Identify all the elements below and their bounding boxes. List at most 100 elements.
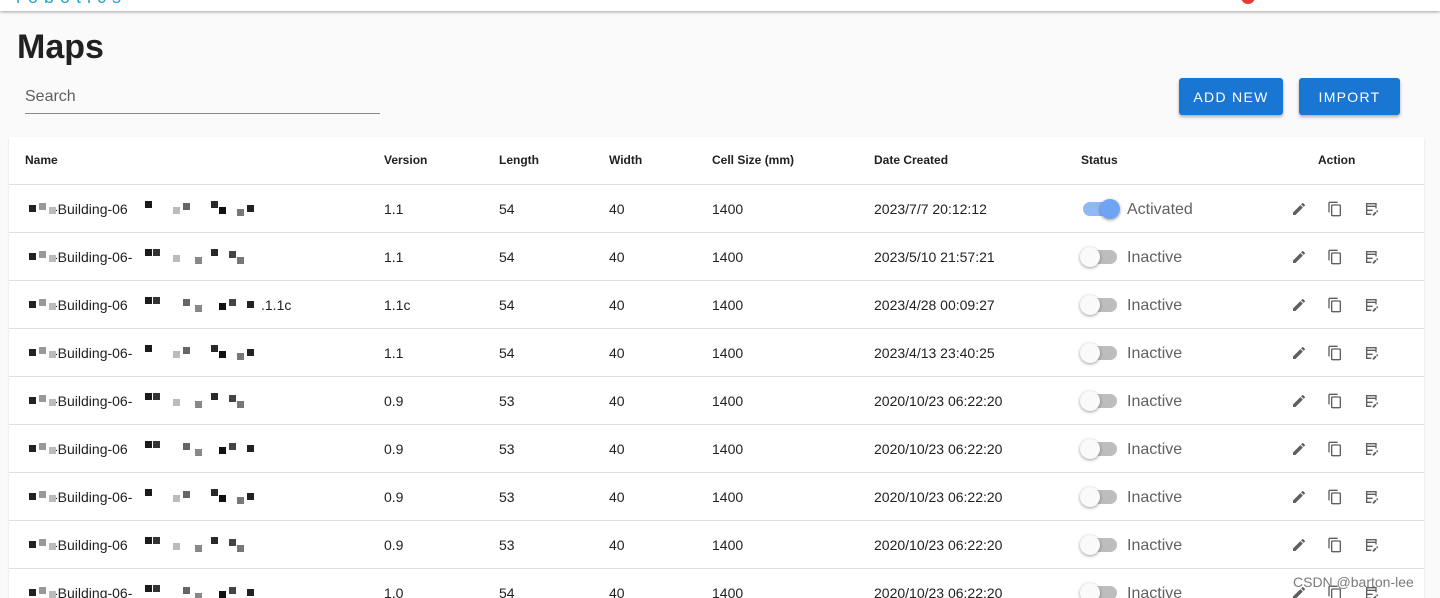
redaction-pixel	[183, 347, 190, 354]
map-edit-button[interactable]	[1362, 391, 1382, 411]
maps-table: Name Version Length Width Cell Size (mm)…	[9, 137, 1424, 598]
map-width: 40	[609, 393, 625, 409]
toggle-knob[interactable]	[1080, 439, 1100, 459]
search-input[interactable]	[25, 82, 380, 112]
map-cell-size: 1400	[712, 393, 744, 409]
toggle-knob[interactable]	[1080, 247, 1100, 267]
toggle-knob[interactable]	[1080, 535, 1100, 555]
redaction-pixel	[145, 249, 152, 256]
map-length: 54	[499, 249, 515, 265]
copy-button[interactable]	[1325, 487, 1345, 507]
map-edit-button[interactable]	[1362, 439, 1382, 459]
copy-button[interactable]	[1325, 391, 1345, 411]
toggle-knob[interactable]	[1080, 295, 1100, 315]
edit-icon	[1293, 442, 1306, 455]
copy-icon	[1328, 441, 1341, 457]
header-version[interactable]: Version	[384, 153, 427, 167]
redaction-pixel	[39, 347, 46, 354]
map-edit-button[interactable]	[1362, 199, 1382, 219]
map-version: 0.9	[384, 441, 404, 457]
table-row[interactable]: -Building-06- 1.0 54 40 1400 2020/10/23 06:22…	[9, 569, 1424, 598]
edit-icon	[1293, 298, 1306, 311]
status-toggle[interactable]	[1083, 199, 1120, 219]
redaction-pixel	[173, 351, 180, 358]
table-row[interactable]: -Building-06- 0.9 53 40 1400 2020/10/23 06:22…	[9, 473, 1424, 521]
watermark: CSDN @barton-lee	[1293, 574, 1414, 590]
map-edit-button[interactable]	[1362, 535, 1382, 555]
status-toggle[interactable]	[1080, 583, 1117, 598]
toggle-knob[interactable]	[1080, 391, 1100, 411]
map-edit-button[interactable]	[1362, 487, 1382, 507]
redaction-pixel	[145, 441, 152, 448]
copy-button[interactable]	[1325, 199, 1345, 219]
status-toggle[interactable]	[1080, 487, 1117, 507]
edit-button[interactable]	[1289, 439, 1309, 459]
table-header: Name Version Length Width Cell Size (mm)…	[9, 137, 1424, 185]
add-new-button[interactable]: ADD NEW	[1179, 78, 1283, 115]
edit-button[interactable]	[1289, 247, 1309, 267]
edit-button[interactable]	[1289, 535, 1309, 555]
copy-button[interactable]	[1325, 439, 1345, 459]
header-name[interactable]: Name	[25, 153, 58, 167]
header-width[interactable]: Width	[609, 153, 642, 167]
redaction-pixel	[153, 249, 160, 256]
brand-logo[interactable]: robotics	[16, 0, 127, 8]
edit-button[interactable]	[1289, 391, 1309, 411]
redaction-pixel	[183, 443, 190, 450]
status-toggle[interactable]	[1080, 343, 1117, 363]
toggle-knob[interactable]	[1080, 343, 1100, 363]
table-row[interactable]: -Building-06 0.9 53 40 1400 2020/10/23 06:22:…	[9, 425, 1424, 473]
map-date-created: 2020/10/23 06:22:20	[874, 441, 1003, 457]
status-label: Inactive	[1127, 249, 1183, 266]
table-row[interactable]: -Building-06 .1.1c 1.1c 54 40 1400 2023/4/28 0…	[9, 281, 1424, 329]
redaction-pixel	[153, 537, 160, 544]
table-row[interactable]: -Building-06- 0.9 53 40 1400 2020/10/23 06:22…	[9, 377, 1424, 425]
map-edit-button[interactable]	[1362, 295, 1382, 315]
status-label: Activated	[1127, 201, 1193, 218]
toggle-knob[interactable]	[1080, 583, 1100, 598]
copy-button[interactable]	[1325, 535, 1345, 555]
edit-icon	[1293, 250, 1306, 263]
redaction-pixel	[247, 301, 254, 308]
redaction-pixel	[173, 399, 180, 406]
map-name: -Building-06-	[53, 393, 133, 409]
status-toggle[interactable]	[1080, 295, 1117, 315]
edit-button[interactable]	[1289, 199, 1309, 219]
copy-button[interactable]	[1325, 247, 1345, 267]
map-length: 54	[499, 345, 515, 361]
edit-button[interactable]	[1289, 487, 1309, 507]
table-row[interactable]: -Building-06 0.9 53 40 1400 2020/10/23 06:22:…	[9, 521, 1424, 569]
table-row[interactable]: -Building-06 1.1 54 40 1400 2023/7/7 20:12:12…	[9, 185, 1424, 233]
search-field[interactable]	[25, 82, 380, 114]
import-button[interactable]: IMPORT	[1299, 78, 1400, 115]
header-date-created[interactable]: Date Created	[874, 153, 948, 167]
toggle-knob[interactable]	[1100, 199, 1120, 219]
copy-button[interactable]	[1325, 295, 1345, 315]
status-toggle[interactable]	[1080, 391, 1117, 411]
header-length[interactable]: Length	[499, 153, 539, 167]
status-label: Inactive	[1127, 345, 1183, 362]
header-status[interactable]: Status	[1081, 153, 1118, 167]
copy-icon	[1328, 345, 1341, 361]
redaction-pixel	[247, 349, 254, 356]
status-toggle[interactable]	[1080, 439, 1117, 459]
edit-button[interactable]	[1289, 343, 1309, 363]
edit-button[interactable]	[1289, 295, 1309, 315]
toggle-knob[interactable]	[1080, 487, 1100, 507]
redaction-pixel	[145, 345, 152, 352]
edit-icon	[1293, 346, 1306, 359]
status-toggle[interactable]	[1080, 535, 1117, 555]
copy-button[interactable]	[1325, 343, 1345, 363]
table-row[interactable]: -Building-06- 1.1 54 40 1400 2023/4/13 23:40:…	[9, 329, 1424, 377]
map-width: 40	[609, 345, 625, 361]
notification-dot-icon[interactable]	[1241, 0, 1255, 4]
edit-icon	[1293, 394, 1306, 407]
map-edit-button[interactable]	[1362, 247, 1382, 267]
map-edit-button[interactable]	[1362, 343, 1382, 363]
redaction-pixel	[49, 303, 56, 310]
status-label: Inactive	[1127, 297, 1183, 314]
redaction-pixel	[183, 587, 190, 594]
status-toggle[interactable]	[1080, 247, 1117, 267]
table-row[interactable]: -Building-06- 1.1 54 40 1400 2023/5/10 21:57:…	[9, 233, 1424, 281]
header-cell-size[interactable]: Cell Size (mm)	[712, 153, 794, 167]
